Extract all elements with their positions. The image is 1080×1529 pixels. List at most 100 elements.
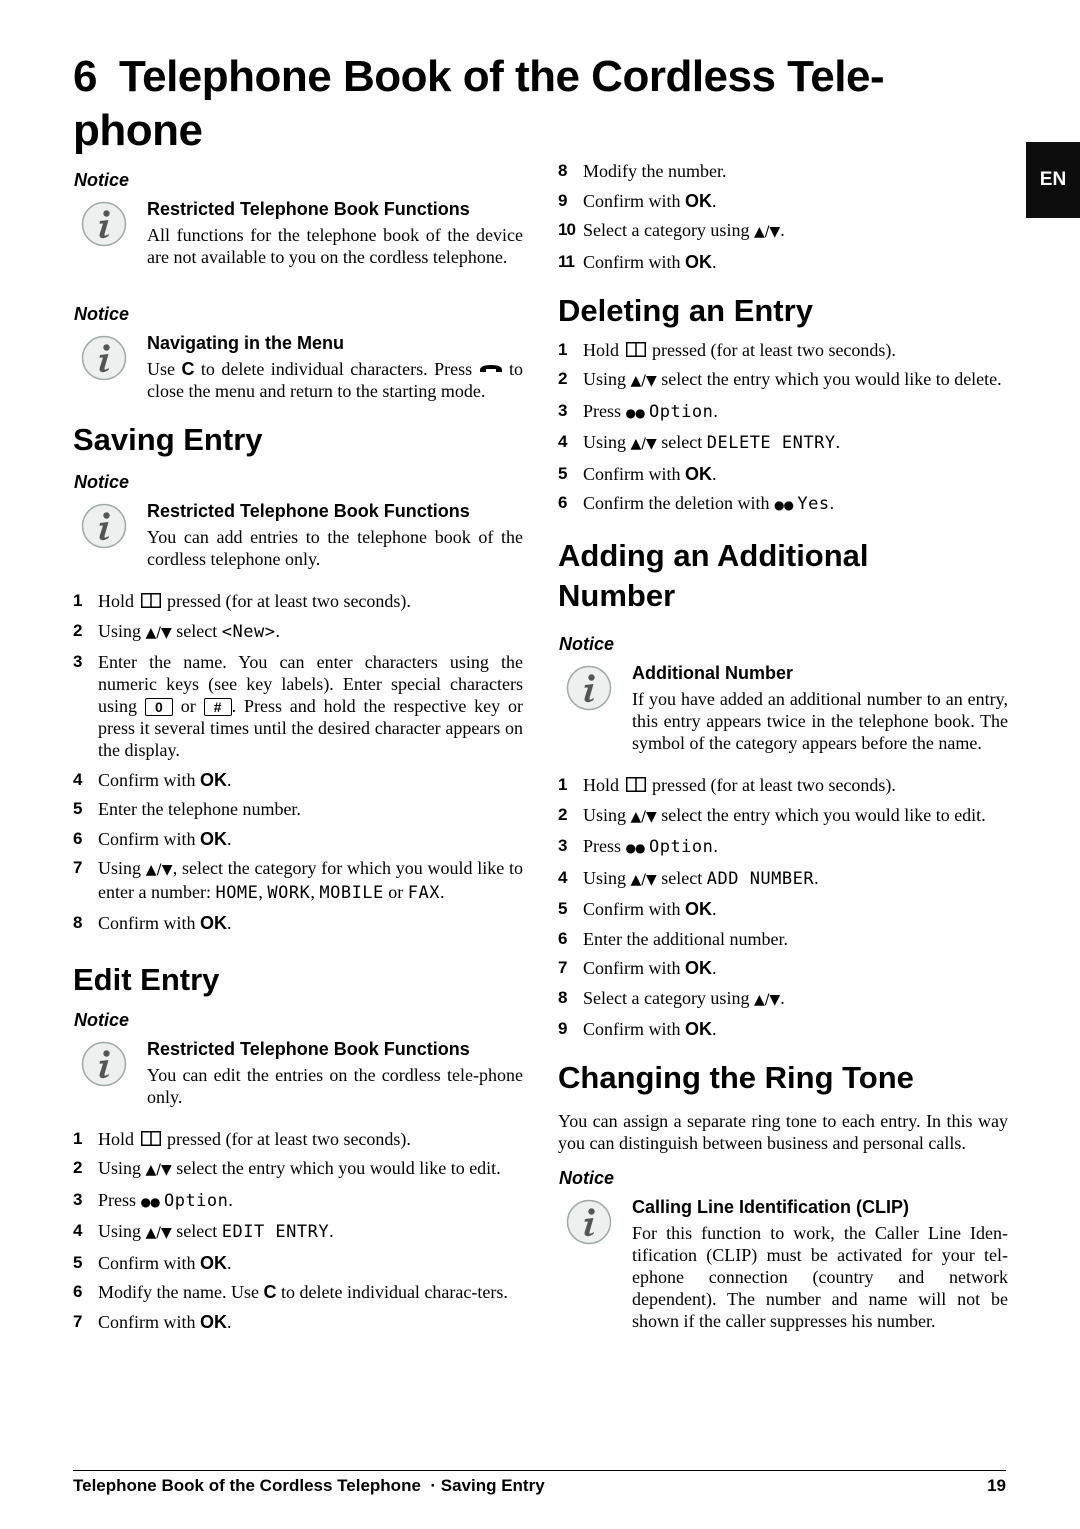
step-number: 9 — [558, 1019, 568, 1038]
ok-key: OK — [200, 828, 227, 849]
notice-box: Restricted Telephone Book Functions All … — [73, 197, 523, 268]
step-text: Confirm with OK. — [583, 463, 717, 484]
step-number: 5 — [73, 799, 83, 818]
notice-label: Notice — [74, 170, 130, 190]
step-text: Press ●● Option. — [98, 1189, 233, 1211]
notice-text: You can add entries to the telephone boo… — [147, 527, 523, 569]
notice-label: Notice — [559, 634, 615, 654]
step-text: Confirm the deletion with ●● Yes. — [583, 493, 835, 514]
softkey-dots-icon: ●● — [140, 1194, 161, 1209]
softkey-dots-icon: ●● — [625, 405, 646, 420]
step-number: 1 — [73, 1128, 83, 1148]
step: 4 Confirm with OK. — [73, 769, 523, 791]
notice-label: Notice — [559, 1168, 615, 1188]
step-text: Confirm with OK. — [583, 251, 717, 272]
notice-title: Additional Number — [632, 663, 793, 683]
step: 5 Confirm with OK. — [558, 463, 1008, 485]
step: 9 Confirm with OK. — [558, 190, 1008, 212]
notice-box: Calling Line Identification (CLIP) For t… — [558, 1195, 1008, 1332]
step-number: 7 — [558, 958, 568, 977]
additional-number-steps: 1 Hold pressed (for at least two seconds)… — [558, 774, 1008, 1040]
section-heading-adding-additional-number: Adding an Additional Number — [558, 536, 1008, 616]
step-number: 2 — [558, 369, 568, 388]
step-text: Confirm with OK. — [583, 190, 717, 211]
step-text: Using ▲/▼ select DELETE ENTRY. — [583, 432, 841, 453]
display-text: Yes — [797, 494, 830, 514]
step-number: 3 — [73, 1189, 83, 1209]
softkey-dots-icon: ●● — [625, 841, 646, 855]
step-number: 8 — [558, 161, 568, 180]
step-text: Using ▲/▼ select ADD NUMBER. — [583, 867, 819, 889]
display-text: EDIT ENTRY — [221, 1222, 330, 1242]
notice-edit-restricted: Notice Restricted Telephone Book Functio… — [73, 1010, 523, 1108]
step-number: 5 — [73, 1252, 83, 1272]
up-down-arrows-icon: ▲/▼ — [145, 1225, 172, 1241]
notice-title: Calling Line Identification (CLIP) — [632, 1197, 909, 1217]
display-text: ADD NUMBER — [706, 868, 815, 889]
step-text: Confirm with OK. — [98, 828, 232, 849]
step: 2 Using ▲/▼ select the entry which you wo… — [558, 368, 1008, 392]
ring-tone-description: You can assign a separate ring tone to e… — [558, 1111, 1008, 1153]
step-number: 8 — [558, 987, 568, 1007]
heading-line: Adding an Additional — [558, 538, 869, 573]
step-number: 7 — [73, 858, 83, 877]
step-number: 4 — [558, 432, 568, 451]
ok-key: OK — [200, 1311, 227, 1332]
notice-body: Additional Number If you have added an a… — [632, 661, 1008, 754]
step-number: 1 — [558, 339, 568, 359]
step-number: 5 — [558, 463, 568, 483]
chapter-title-line2: phone — [73, 106, 203, 155]
step-text: Select a category using ▲/▼. — [583, 987, 785, 1008]
notice-label: Notice — [74, 1009, 130, 1030]
section-heading-deleting-entry: Deleting an Entry — [558, 292, 813, 328]
step: 5 Confirm with OK. — [73, 1252, 523, 1274]
phonebook-key-icon — [626, 342, 646, 357]
step-number: 3 — [558, 836, 568, 855]
ok-key: OK — [685, 251, 712, 272]
step-text: Using ▲/▼ select the entry which you wou… — [98, 1158, 501, 1178]
text: Use — [147, 359, 182, 379]
c-key: C — [263, 1282, 277, 1302]
up-down-arrows-icon: ▲/▼ — [630, 871, 657, 888]
step: 5 Confirm with OK. — [558, 898, 1008, 920]
info-icon — [81, 335, 127, 381]
notice-title: Restricted Telephone Book Functions — [147, 501, 470, 521]
c-key: C — [181, 359, 195, 379]
step-text: Confirm with OK. — [583, 1019, 717, 1039]
notice-title: Navigating in the Menu — [147, 333, 345, 353]
step-number: 5 — [558, 899, 568, 918]
step: 11 Confirm with OK. — [558, 251, 1008, 273]
info-icon — [566, 1199, 612, 1245]
language-tab-label: EN — [1039, 169, 1067, 190]
step-text: Using ▲/▼, select the category for which… — [98, 858, 523, 903]
up-down-arrows-icon: ▲/▼ — [145, 624, 172, 641]
step: 3 Press ●● Option. — [73, 1189, 523, 1213]
hang-up-key-icon — [479, 364, 503, 374]
step-text: Modify the number. — [583, 161, 727, 181]
step: 1 Hold pressed (for at least two seconds)… — [73, 590, 523, 612]
step-number: 4 — [73, 769, 83, 789]
notice-box: Navigating in the Menu Use C to delete i… — [73, 331, 523, 402]
step-number: 2 — [73, 620, 83, 640]
up-down-arrows-icon: ▲/▼ — [145, 862, 173, 878]
step: 1 Hold pressed (for at least two seconds)… — [73, 1128, 523, 1150]
step-number: 1 — [558, 775, 568, 794]
notice-additional-number: Notice Additional Number If you have add… — [558, 634, 1008, 754]
phonebook-key-icon — [141, 593, 161, 608]
step-text: Confirm with OK. — [583, 899, 717, 919]
step: 5 Enter the telephone number. — [73, 798, 523, 820]
step: 4 Using ▲/▼ select DELETE ENTRY. — [558, 431, 1008, 455]
page-footer: Telephone Book of the Cordless Telephone… — [73, 1476, 1006, 1496]
step-number: 10 — [558, 220, 576, 239]
edit-steps-continued: 8 Modify the number. 9 Confirm with OK. 10… — [558, 160, 1008, 273]
notice-box: Additional Number If you have added an a… — [558, 661, 1008, 754]
section-heading-edit-entry: Edit Entry — [73, 961, 220, 997]
step-text: Hold pressed (for at least two seconds). — [583, 775, 896, 795]
step: 8 Select a category using ▲/▼. — [558, 987, 1008, 1011]
step: 6 Modify the name. Use C to delete indivi… — [73, 1281, 523, 1303]
info-icon — [81, 201, 127, 247]
ok-key: OK — [685, 958, 712, 978]
step-number: 3 — [558, 400, 568, 420]
info-icon — [566, 665, 612, 711]
step: 6 Confirm the deletion with ●● Yes. — [558, 492, 1008, 516]
